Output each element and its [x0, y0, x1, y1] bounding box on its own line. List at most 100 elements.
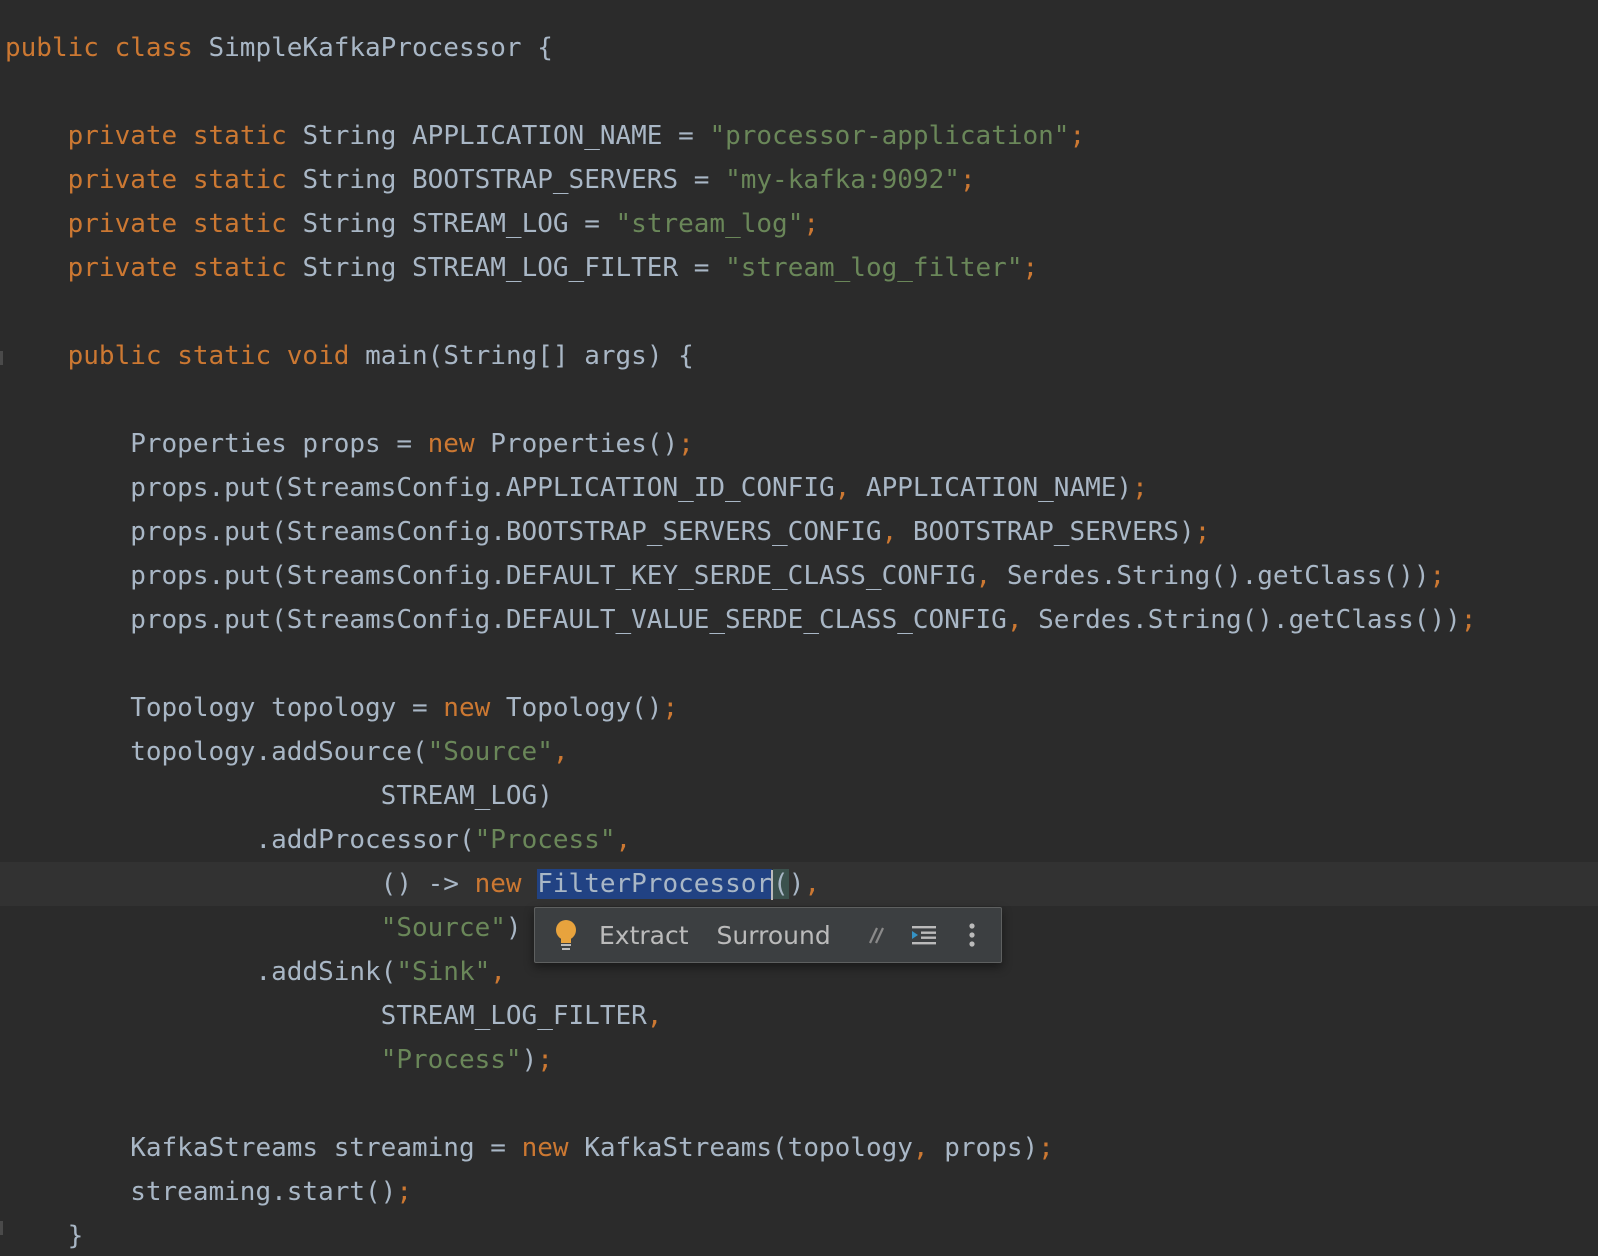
- code-line[interactable]: KafkaStreams streaming = new KafkaStream…: [0, 1126, 1598, 1170]
- surround-button[interactable]: Surround: [717, 908, 831, 962]
- code-token: KafkaStreams streaming =: [5, 1133, 522, 1163]
- comment-icon[interactable]: [861, 908, 891, 962]
- code-token: private: [67, 253, 193, 283]
- code-token: String APPLICATION_NAME =: [302, 121, 710, 151]
- code-line[interactable]: props.put(StreamsConfig.BOOTSTRAP_SERVER…: [0, 510, 1598, 554]
- code-token: static: [192, 253, 303, 283]
- more-options-icon[interactable]: [957, 908, 987, 962]
- code-token: ;: [662, 693, 679, 723]
- code-token: STREAM_LOG): [5, 781, 553, 811]
- lightbulb-icon[interactable]: [545, 908, 587, 962]
- code-line[interactable]: STREAM_LOG_FILTER,: [0, 994, 1598, 1038]
- code-token: ;: [1194, 517, 1211, 547]
- code-line[interactable]: public class SimpleKafkaProcessor {: [0, 26, 1598, 70]
- code-token: main(String[] args) {: [365, 341, 694, 371]
- code-token: ;: [537, 1045, 553, 1075]
- code-token: "stream_log_filter": [725, 253, 1023, 283]
- code-token: "Source": [380, 913, 506, 943]
- gutter-fold-marker[interactable]: [0, 351, 3, 365]
- code-line[interactable]: props.put(StreamsConfig.DEFAULT_VALUE_SE…: [0, 598, 1598, 642]
- code-line[interactable]: Topology topology = new Topology();: [0, 686, 1598, 730]
- code-token: ,: [615, 825, 632, 855]
- code-token: class: [114, 33, 209, 63]
- code-line[interactable]: private static String STREAM_LOG_FILTER …: [0, 246, 1598, 290]
- code-line[interactable]: STREAM_LOG): [0, 774, 1598, 818]
- code-token: Serdes.String().getClass()): [1038, 605, 1461, 635]
- code-line[interactable]: props.put(StreamsConfig.DEFAULT_KEY_SERD…: [0, 554, 1598, 598]
- code-token: new: [474, 869, 538, 899]
- code-token: ;: [1132, 473, 1148, 503]
- code-token: () ->: [5, 869, 475, 899]
- code-token: props.put(StreamsConfig.DEFAULT_VALUE_SE…: [5, 605, 1007, 635]
- code-token: ;: [803, 209, 820, 239]
- code-token: APPLICATION_NAME): [865, 473, 1133, 503]
- code-token: ,: [552, 737, 569, 767]
- code-line[interactable]: props.put(StreamsConfig.APPLICATION_ID_C…: [0, 466, 1598, 510]
- code-token: Serdes.String().getClass()): [1006, 561, 1430, 591]
- code-token: ,: [1006, 605, 1039, 635]
- code-token: ;: [1069, 121, 1086, 151]
- code-token: ): [505, 913, 522, 943]
- code-line[interactable]: "Process");: [0, 1038, 1598, 1082]
- code-token: ,: [646, 1001, 663, 1031]
- code-token: ,: [881, 517, 913, 547]
- code-token: ,: [912, 1133, 945, 1163]
- code-token: ,: [804, 869, 821, 899]
- code-line[interactable]: [0, 378, 1598, 422]
- code-token: "Process": [474, 825, 616, 855]
- code-line[interactable]: [0, 290, 1598, 334]
- code-line[interactable]: private static String BOOTSTRAP_SERVERS …: [0, 158, 1598, 202]
- code-line[interactable]: [0, 1082, 1598, 1126]
- code-token: ;: [1022, 253, 1039, 283]
- code-token: BOOTSTRAP_SERVERS): [912, 517, 1195, 547]
- code-line[interactable]: public static void main(String[] args) {: [0, 334, 1598, 378]
- code-token: new: [521, 1133, 585, 1163]
- code-token: Topology(): [505, 693, 663, 723]
- code-token: String STREAM_LOG_FILTER =: [302, 253, 726, 283]
- code-token: static: [192, 121, 303, 151]
- code-line[interactable]: [0, 70, 1598, 114]
- code-token: ,: [975, 561, 1007, 591]
- code-token: static: [177, 341, 287, 371]
- code-line[interactable]: () -> new FilterProcessor(),: [0, 862, 1598, 906]
- code-token: ;: [1429, 561, 1446, 591]
- code-token: .addSink(: [5, 957, 397, 987]
- code-token: "my-kafka:9092": [725, 165, 960, 195]
- code-token: private: [67, 121, 193, 151]
- code-token: "Sink": [396, 957, 491, 987]
- code-line[interactable]: }: [0, 1214, 1598, 1256]
- code-token: ;: [1038, 1133, 1054, 1163]
- gutter-fold-marker[interactable]: [0, 1221, 3, 1235]
- code-token: topology.addSource(: [5, 737, 428, 767]
- code-line[interactable]: private static String STREAM_LOG = "stre…: [0, 202, 1598, 246]
- code-token: KafkaStreams(topology: [584, 1133, 913, 1163]
- code-token: SimpleKafkaProcessor {: [208, 33, 553, 63]
- code-token: props.put(StreamsConfig.APPLICATION_ID_C…: [5, 473, 835, 503]
- reformat-icon[interactable]: [907, 908, 941, 962]
- code-line[interactable]: topology.addSource("Source",: [0, 730, 1598, 774]
- code-token: "Source": [427, 737, 553, 767]
- code-token: void: [286, 341, 366, 371]
- code-token: private: [67, 165, 193, 195]
- code-token: "processor-application": [709, 121, 1070, 151]
- code-line[interactable]: private static String APPLICATION_NAME =…: [0, 114, 1598, 158]
- code-token: }: [5, 1221, 84, 1251]
- code-line[interactable]: .addProcessor("Process",: [0, 818, 1598, 862]
- code-line[interactable]: streaming.start();: [0, 1170, 1598, 1214]
- code-token: Properties(): [490, 429, 679, 459]
- code-editor[interactable]: public class SimpleKafkaProcessor { priv…: [0, 0, 1598, 1256]
- code-token: props.put(StreamsConfig.DEFAULT_KEY_SERD…: [5, 561, 976, 591]
- extract-button[interactable]: Extract: [599, 908, 689, 962]
- code-line[interactable]: Properties props = new Properties();: [0, 422, 1598, 466]
- code-token: new: [427, 429, 491, 459]
- code-token: new: [443, 693, 506, 723]
- code-line[interactable]: [0, 642, 1598, 686]
- code-token: "Process": [380, 1045, 522, 1075]
- code-token: static: [192, 165, 303, 195]
- code-token: ;: [1460, 605, 1477, 635]
- code-token: streaming.start(): [5, 1177, 397, 1207]
